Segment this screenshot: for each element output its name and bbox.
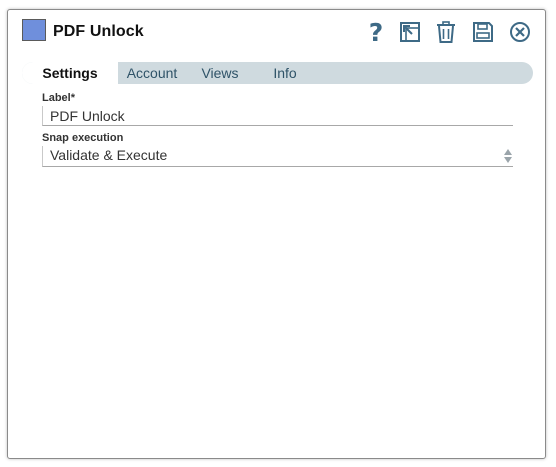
tab-account[interactable]: Account xyxy=(118,62,186,84)
delete-button[interactable] xyxy=(433,19,459,45)
snap-execution-value: Validate & Execute xyxy=(50,147,168,163)
close-circle-icon xyxy=(510,22,530,42)
tab-info[interactable]: Info xyxy=(268,62,302,84)
select-arrows-icon xyxy=(504,149,512,163)
save-button[interactable] xyxy=(470,19,496,45)
help-icon: ? xyxy=(368,17,384,47)
snap-execution-label: Snap execution xyxy=(42,132,124,144)
snap-execution-select[interactable]: Validate & Execute xyxy=(42,146,513,167)
snap-color-swatch xyxy=(22,19,46,41)
label-field xyxy=(42,106,513,126)
tab-views[interactable]: Views xyxy=(192,62,248,84)
tab-settings[interactable]: Settings xyxy=(22,62,118,84)
dialog-header: PDF Unlock ? xyxy=(8,10,545,56)
close-button[interactable] xyxy=(507,19,533,45)
save-icon xyxy=(473,22,493,42)
label-input[interactable] xyxy=(43,106,513,125)
export-icon xyxy=(400,22,420,42)
trash-icon xyxy=(437,21,455,43)
export-button[interactable] xyxy=(397,19,423,45)
snap-settings-dialog: PDF Unlock ? Settings Account Views Info… xyxy=(7,9,546,459)
help-button[interactable]: ? xyxy=(363,19,389,45)
label-field-label: Label* xyxy=(42,92,76,104)
tab-bar: Settings Account Views Info xyxy=(22,62,533,84)
dialog-title: PDF Unlock xyxy=(53,23,144,40)
